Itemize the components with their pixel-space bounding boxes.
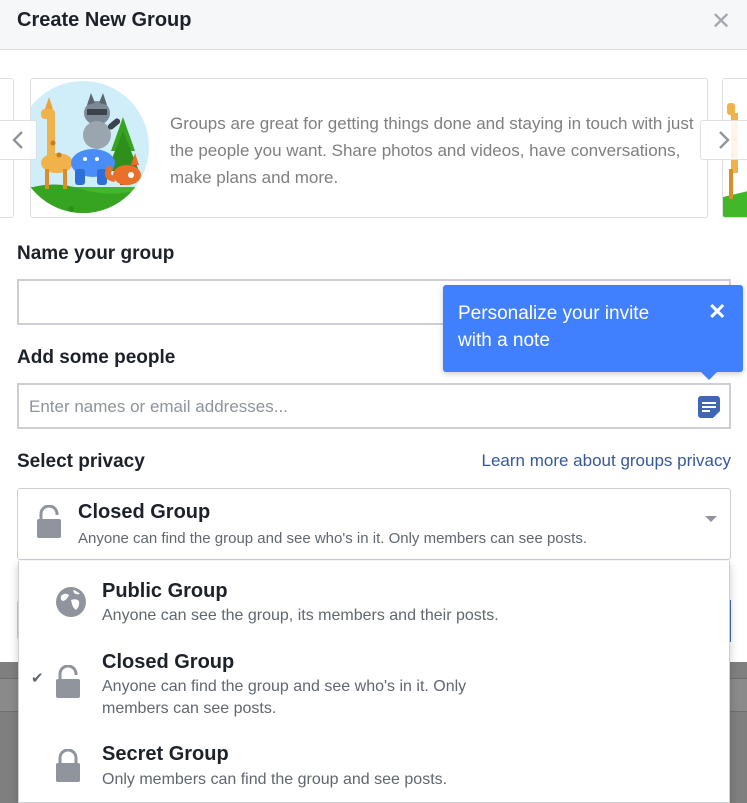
- add-people-placeholder: Enter names or email addresses...: [29, 397, 288, 416]
- lock-icon: [56, 749, 80, 782]
- add-people-label: Add some people: [17, 347, 176, 368]
- close-icon[interactable]: ✕: [711, 10, 731, 34]
- carousel-text: Groups are great for getting things done…: [170, 114, 694, 187]
- note-icon[interactable]: [697, 395, 721, 419]
- checkmark-icon: ✔: [31, 670, 44, 687]
- carousel-next-button[interactable]: [700, 120, 747, 160]
- invite-note-tooltip: Personalize your invite with a note ✕: [443, 285, 743, 380]
- privacy-select-title: Closed Group: [78, 501, 211, 523]
- learn-more-privacy-link[interactable]: Learn more about groups privacy: [482, 451, 731, 471]
- lock-open-icon: [56, 665, 80, 698]
- privacy-select[interactable]: Closed Group Anyone can find the group a…: [17, 488, 731, 560]
- dialog-header: Create New Group ✕: [0, 0, 747, 50]
- intro-carousel: Groups are great for getting things done…: [0, 78, 747, 218]
- tooltip-text: Personalize your invite with a note: [458, 303, 650, 351]
- tooltip-arrow: [700, 371, 718, 380]
- option-title: Secret Group: [102, 743, 229, 765]
- option-title: Closed Group: [102, 651, 235, 673]
- lock-open-icon: [37, 505, 61, 538]
- option-title: Public Group: [102, 580, 228, 602]
- privacy-select-desc: Anyone can find the group and see who's …: [78, 530, 587, 547]
- privacy-label: Select privacy: [17, 451, 145, 472]
- chevron-down-icon: [705, 516, 717, 522]
- option-desc: Anyone can see the group, its members an…: [102, 607, 499, 624]
- carousel-card: Groups are great for getting things done…: [30, 78, 708, 218]
- add-people-input[interactable]: Enter names or email addresses...: [17, 383, 731, 429]
- privacy-dropdown: Public Group Anyone can see the group, i…: [18, 561, 730, 803]
- privacy-option-closed[interactable]: ✔ Closed Group Anyone can find the group…: [19, 641, 731, 727]
- carousel-prev-button[interactable]: [0, 120, 37, 160]
- option-desc: Only members can find the group and see …: [102, 771, 448, 788]
- privacy-option-secret[interactable]: Secret Group Only members can find the g…: [19, 727, 731, 803]
- group-illustration-icon: [31, 81, 149, 213]
- dialog-title: Create New Group: [17, 9, 192, 31]
- privacy-option-public[interactable]: Public Group Anyone can see the group, i…: [19, 561, 731, 641]
- group-name-label: Name your group: [17, 243, 175, 264]
- option-desc: Anyone can find the group and see who's …: [102, 678, 467, 717]
- globe-icon: [56, 587, 86, 617]
- chevron-right-icon: [719, 131, 730, 149]
- chevron-left-icon: [12, 131, 23, 149]
- tooltip-close-icon[interactable]: ✕: [708, 301, 726, 323]
